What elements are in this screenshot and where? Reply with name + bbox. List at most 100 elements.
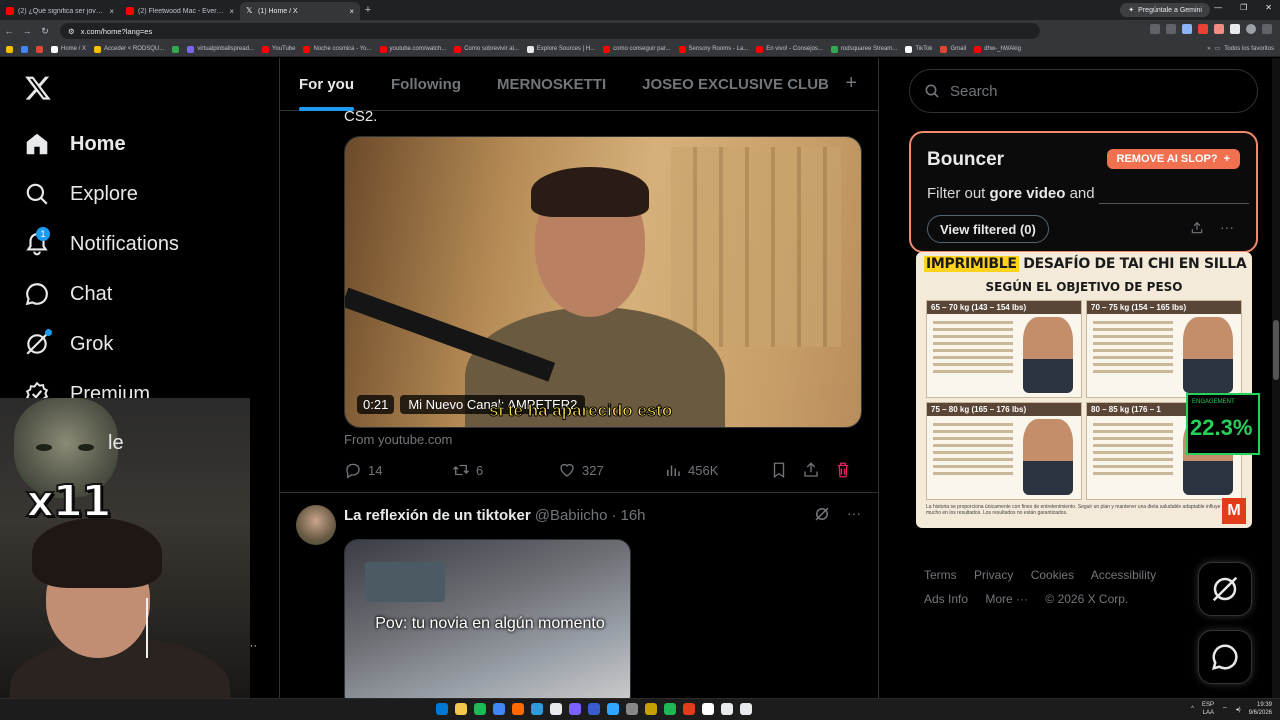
link-source[interactable]: From youtube.com: [344, 432, 452, 447]
wifi-icon[interactable]: ⌔: [1222, 705, 1228, 713]
close-tab-icon[interactable]: ×: [349, 7, 354, 16]
tab-joseo-exclusive-club[interactable]: JOSEO EXCLUSIVE CLUB: [642, 58, 829, 111]
close-tab-icon[interactable]: ×: [109, 7, 114, 16]
tray-chevron-icon[interactable]: ^: [1191, 706, 1194, 712]
windows-start-icon[interactable]: [436, 703, 448, 715]
footer-terms[interactable]: Terms: [924, 568, 957, 582]
post-time[interactable]: 16h: [621, 507, 646, 524]
bookmark-item[interactable]: Home / X: [51, 45, 86, 53]
browser-tab-3[interactable]: 𝕏 (1) Home / X ×: [240, 2, 360, 20]
taskbar-app-icon[interactable]: [474, 703, 486, 715]
url-bar[interactable]: ⚙ x.com/home?lang=es: [60, 23, 1040, 39]
taskbar-app-icon[interactable]: [702, 703, 714, 715]
close-tab-icon[interactable]: ×: [229, 7, 234, 16]
views-button[interactable]: 456K: [664, 461, 770, 479]
all-bookmarks-button[interactable]: Todos los favoritos: [1224, 46, 1274, 52]
share-icon[interactable]: [802, 461, 820, 479]
bookmark-item[interactable]: [21, 45, 28, 53]
zoom-icon[interactable]: [1150, 24, 1160, 34]
taskbar-app-icon[interactable]: [455, 703, 467, 715]
scrollbar-thumb[interactable]: [1273, 320, 1279, 380]
taskbar-app-icon[interactable]: [588, 703, 600, 715]
grok-icon[interactable]: [813, 505, 831, 523]
author-name[interactable]: La reflexión de un tiktoker: [344, 507, 531, 524]
volume-icon[interactable]: ◂): [1236, 706, 1241, 713]
nav-explore[interactable]: Explore: [24, 174, 138, 214]
remove-ai-slop-button[interactable]: REMOVE AI SLOP? +: [1106, 149, 1240, 169]
bookmark-item[interactable]: Gmail: [940, 45, 966, 53]
forward-icon[interactable]: →: [18, 26, 36, 36]
menu-icon[interactable]: [1262, 24, 1272, 34]
tab-following[interactable]: Following: [391, 58, 461, 111]
bookmark-item[interactable]: virtualpinballspread...: [187, 45, 254, 53]
profile-avatar-icon[interactable]: [1246, 24, 1256, 34]
taskbar-app-icon[interactable]: [664, 703, 676, 715]
bookmark-item[interactable]: Acceder < RODSQU...: [94, 45, 164, 53]
reload-icon[interactable]: ↻: [36, 26, 54, 37]
reply-button[interactable]: 14: [344, 461, 452, 479]
author-handle[interactable]: @Babiicho: [535, 507, 608, 524]
video-player[interactable]: 0:21 Mi Nuevo Canal: AMPETER2 si te ha a…: [344, 136, 862, 428]
bookmark-item[interactable]: Como sobrevivir al...: [454, 45, 519, 53]
bookmark-item[interactable]: youtube.com/watch...: [379, 45, 446, 53]
page-scrollbar[interactable]: [1272, 58, 1280, 698]
nav-notifications[interactable]: 1 Notifications: [24, 224, 179, 264]
bookmark-item[interactable]: Sensory Rooms - La...: [678, 45, 748, 53]
extension-icon[interactable]: [1198, 24, 1208, 34]
site-info-icon[interactable]: ⚙: [68, 27, 75, 36]
search-input[interactable]: Search: [909, 69, 1258, 113]
chat-floating-button[interactable]: [1198, 630, 1252, 684]
bookmark-item[interactable]: YouTube: [261, 45, 295, 53]
repost-button[interactable]: 6: [452, 461, 558, 479]
footer-privacy[interactable]: Privacy: [974, 568, 1013, 582]
bookmark-item[interactable]: como conseguir par...: [603, 45, 671, 53]
nav-grok[interactable]: Grok: [24, 324, 113, 364]
avatar[interactable]: [296, 505, 336, 545]
bookmark-icon[interactable]: [770, 461, 788, 479]
cast-icon[interactable]: [1166, 24, 1176, 34]
taskbar-app-icon[interactable]: [550, 703, 562, 715]
browser-tab-1[interactable]: (2) ¿Qué significa ser joven? (1... ×: [0, 2, 120, 20]
taskbar-app-icon[interactable]: [740, 703, 752, 715]
tab-for-you[interactable]: For you: [299, 58, 354, 111]
nav-home[interactable]: Home: [24, 124, 126, 164]
post-media[interactable]: Pov: tu novia en algún momento: [344, 539, 631, 698]
footer-ads-info[interactable]: Ads Info: [924, 592, 968, 606]
more-options-icon[interactable]: ···: [847, 505, 861, 523]
bookmark-item[interactable]: En vivo! - Consejos...: [756, 45, 823, 53]
taskbar-app-icon[interactable]: [512, 703, 524, 715]
more-options-icon[interactable]: ···: [1220, 219, 1234, 235]
ad-image[interactable]: IMPRIMIBLE DESAFÍO DE TAI CHI EN SILLA S…: [916, 252, 1252, 528]
footer-cookies[interactable]: Cookies: [1031, 568, 1074, 582]
extension-icon[interactable]: [1214, 24, 1224, 34]
clock[interactable]: 19:39 9/6/2026: [1249, 701, 1272, 717]
bookmark-item[interactable]: rodsquaree Stream...: [830, 45, 897, 53]
x-logo-icon[interactable]: [24, 74, 52, 102]
bookmark-item[interactable]: TikTok: [905, 45, 932, 53]
trash-icon[interactable]: [834, 461, 852, 479]
extension-icon[interactable]: [1230, 24, 1240, 34]
bookmark-item[interactable]: [36, 45, 43, 53]
taskbar-app-icon[interactable]: [626, 703, 638, 715]
footer-accessibility[interactable]: Accessibility: [1091, 568, 1156, 582]
bookmark-item[interactable]: [6, 45, 13, 53]
view-filtered-button[interactable]: View filtered (0): [927, 215, 1049, 243]
taskbar-app-icon[interactable]: [645, 703, 657, 715]
new-tab-button[interactable]: +: [360, 4, 376, 16]
like-button[interactable]: 327: [558, 461, 664, 479]
maximize-icon[interactable]: ❐: [1240, 3, 1247, 12]
browser-tab-2[interactable]: (2) Fleetwood Mac - Everywhere ×: [120, 2, 240, 20]
taskbar-app-icon[interactable]: [493, 703, 505, 715]
bookmark-item[interactable]: dhw-_hWAkig: [974, 45, 1021, 53]
bookmarks-overflow-button[interactable]: »: [1207, 46, 1210, 52]
gemini-button[interactable]: ✦ Pregúntale a Gemini: [1120, 3, 1210, 17]
bookmark-item[interactable]: [172, 45, 180, 53]
minimize-icon[interactable]: —: [1214, 3, 1222, 12]
taskbar-app-icon[interactable]: [531, 703, 543, 715]
taskbar-app-icon[interactable]: [569, 703, 581, 715]
close-window-icon[interactable]: ✕: [1265, 3, 1272, 12]
taskbar-app-icon[interactable]: [607, 703, 619, 715]
taskbar-app-icon[interactable]: [683, 703, 695, 715]
grok-floating-button[interactable]: [1198, 562, 1252, 616]
back-icon[interactable]: ←: [0, 26, 18, 36]
